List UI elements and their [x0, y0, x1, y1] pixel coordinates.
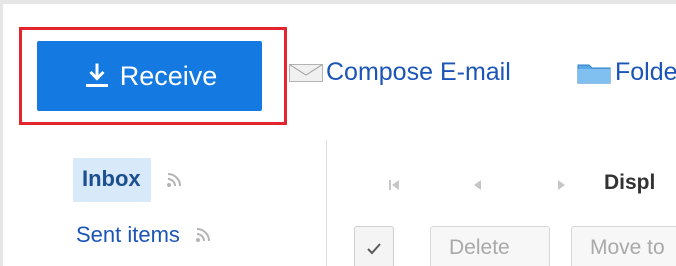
receive-button-label: Receive	[119, 60, 218, 91]
compose-email-link[interactable]: Compose E-mail	[288, 58, 511, 87]
checkmark-icon	[367, 243, 381, 255]
sidebar-item-label: Inbox	[73, 158, 151, 202]
download-icon	[82, 61, 112, 91]
rss-icon	[163, 169, 185, 191]
folder-label: Folde	[615, 58, 676, 86]
first-page-icon[interactable]	[387, 178, 401, 192]
delete-button[interactable]: Delete	[430, 226, 550, 266]
envelope-icon	[288, 61, 324, 85]
rss-icon	[192, 224, 214, 246]
top-border	[0, 0, 676, 4]
sidebar-item-sent-items[interactable]: Sent items	[76, 222, 214, 248]
move-to-button[interactable]: Move to	[571, 226, 676, 266]
left-border	[0, 0, 3, 266]
receive-button[interactable]: Receive	[37, 41, 262, 111]
sidebar-item-label: Sent items	[76, 222, 180, 247]
previous-page-icon[interactable]	[471, 178, 485, 192]
next-page-icon[interactable]	[554, 178, 568, 192]
mail-app-window: Receive Compose E-mail Folde Inbox Sent …	[0, 0, 676, 266]
select-all-checkbox[interactable]	[354, 226, 394, 266]
panel-divider	[326, 140, 327, 266]
display-label: Displ	[604, 171, 656, 194]
sidebar-item-inbox[interactable]: Inbox	[73, 158, 185, 202]
folder-icon	[576, 61, 614, 85]
folder-link[interactable]: Folde	[576, 58, 676, 87]
compose-email-label: Compose E-mail	[326, 58, 511, 86]
